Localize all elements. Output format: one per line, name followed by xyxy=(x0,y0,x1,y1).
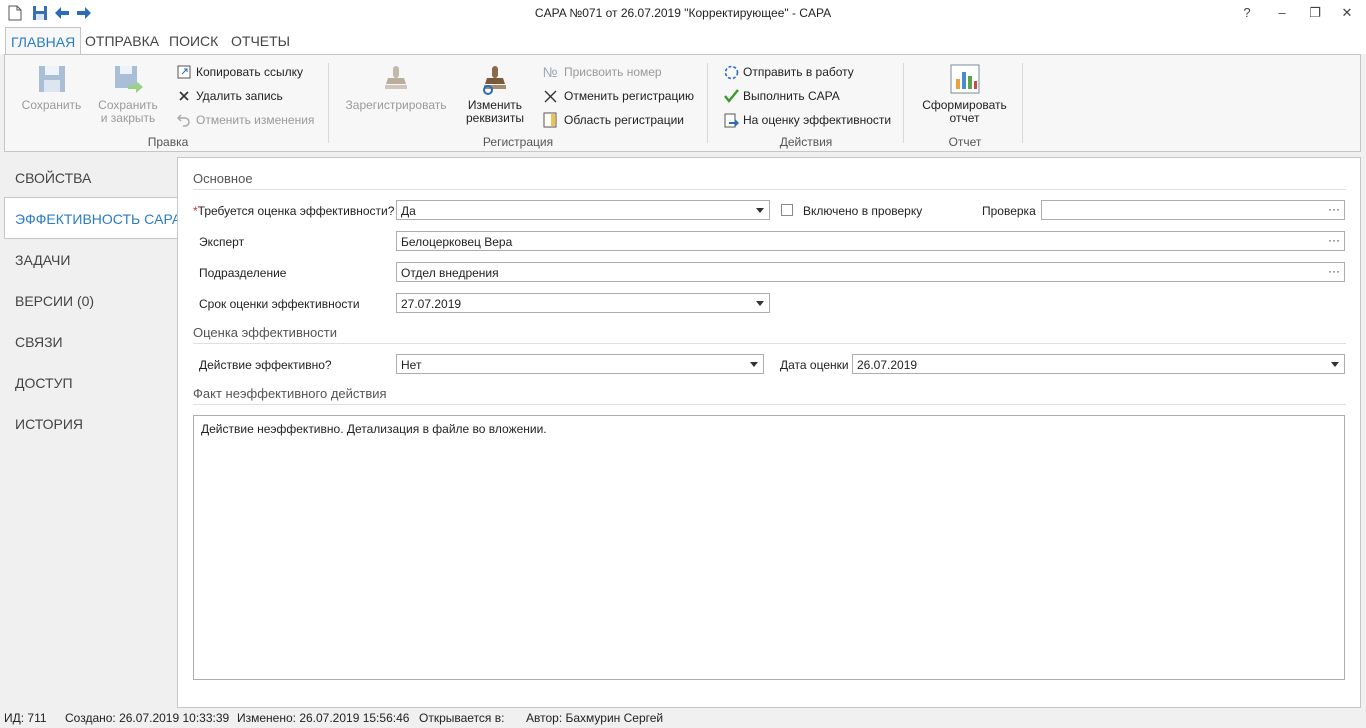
refresh-dashed-icon xyxy=(723,64,739,80)
save-close-icon xyxy=(115,66,143,93)
tab-main[interactable]: ГЛАВНАЯ xyxy=(5,27,82,55)
section-fact-title: Факт неэффективного действия xyxy=(193,386,387,401)
minimize-button[interactable]: ‒ xyxy=(1267,3,1297,23)
nav-capa-effectiveness[interactable]: ЭФФЕКТИВНОСТЬ CAPA xyxy=(15,211,181,227)
ellipsis-icon[interactable]: ··· xyxy=(1328,233,1340,247)
ribbon-separator xyxy=(328,63,329,143)
status-created: Создано: 26.07.2019 10:33:39 xyxy=(65,711,230,725)
department-label: Подразделение xyxy=(199,266,287,280)
save-disk-icon xyxy=(38,66,65,92)
ellipsis-icon[interactable]: ··· xyxy=(1328,202,1340,216)
group-label-report: Отчет xyxy=(948,135,982,149)
ribbon-separator xyxy=(903,63,904,143)
cancel-x-icon xyxy=(540,88,560,104)
status-modified: Изменено: 26.07.2019 15:56:46 xyxy=(237,711,410,725)
nav-access[interactable]: ДОСТУП xyxy=(15,375,73,391)
save-button[interactable]: Сохранить xyxy=(19,63,84,112)
chevron-down-icon xyxy=(756,208,764,213)
group-label-actions: Действия xyxy=(779,135,833,149)
nav-links[interactable]: СВЯЗИ xyxy=(15,334,63,350)
bar-chart-icon xyxy=(950,64,979,94)
register-button[interactable]: Зарегистрировать xyxy=(341,63,451,112)
checkmark-icon xyxy=(723,88,739,104)
expert-field[interactable]: Белоцерковец Вера ··· xyxy=(396,231,1345,251)
close-button[interactable]: ✕ xyxy=(1332,3,1362,23)
delete-record-button[interactable]: Удалить запись xyxy=(176,87,283,105)
eval-required-select[interactable]: Да xyxy=(396,200,770,220)
included-in-check-label: Включено в проверку xyxy=(803,204,923,218)
section-divider xyxy=(193,189,1346,190)
section-divider xyxy=(193,343,1346,344)
tab-reports[interactable]: ОТЧЕТЫ xyxy=(226,27,295,54)
ribbon: Сохранить Сохранить и закрыть Копировать… xyxy=(4,54,1361,152)
stamp-change-icon xyxy=(483,66,506,95)
eval-date-field[interactable]: 26.07.2019 xyxy=(852,354,1345,374)
to-evaluation-button[interactable]: На оценку эффективности xyxy=(723,111,891,129)
help-button[interactable]: ? xyxy=(1232,3,1262,23)
group-label-edit: Правка xyxy=(147,135,189,149)
expert-label: Эксперт xyxy=(199,235,245,249)
change-attributes-button[interactable]: Изменить реквизиты xyxy=(460,63,530,125)
nav-history[interactable]: ИСТОРИЯ xyxy=(15,416,83,432)
document-arrow-icon xyxy=(723,112,739,128)
delete-x-icon xyxy=(176,88,192,104)
tab-search[interactable]: ПОИСК xyxy=(164,27,223,54)
eval-required-label: *Требуется оценка эффективности? xyxy=(193,204,395,218)
copy-link-button[interactable]: Копировать ссылку xyxy=(176,63,303,81)
check-field[interactable]: ··· xyxy=(1041,200,1345,220)
generate-report-button[interactable]: Сформировать отчет xyxy=(917,63,1012,125)
chevron-down-icon xyxy=(750,362,758,367)
nav-tasks[interactable]: ЗАДАЧИ xyxy=(15,252,70,268)
status-author: Автор: Бахмурин Сергей xyxy=(526,711,664,725)
assign-number-button[interactable]: № Присвоить номер xyxy=(540,63,661,81)
ribbon-separator xyxy=(707,63,708,143)
ribbon-tabs: ГЛАВНАЯ ОТПРАВКА ПОИСК ОТЧЕТЫ xyxy=(0,27,1366,55)
send-to-work-button[interactable]: Отправить в работу xyxy=(723,63,854,81)
action-effective-select[interactable]: Нет xyxy=(396,354,764,374)
undo-changes-button[interactable]: Отменить изменения xyxy=(176,111,314,129)
nav-versions[interactable]: ВЕРСИИ (0) xyxy=(15,293,94,309)
link-icon xyxy=(176,64,192,80)
tab-send[interactable]: ОТПРАВКА xyxy=(80,27,164,54)
ellipsis-icon[interactable]: ··· xyxy=(1328,264,1340,278)
section-divider xyxy=(193,404,1346,405)
included-in-check-checkbox[interactable] xyxy=(781,204,793,216)
chevron-down-icon xyxy=(756,301,764,306)
registration-area-button[interactable]: Область регистрации xyxy=(540,111,684,129)
eval-deadline-label: Срок оценки эффективности xyxy=(199,297,360,311)
execute-capa-button[interactable]: Выполнить CAPA xyxy=(723,87,840,105)
cancel-registration-button[interactable]: Отменить регистрацию xyxy=(540,87,694,105)
section-main-title: Основное xyxy=(193,171,253,186)
save-and-close-button[interactable]: Сохранить и закрыть xyxy=(93,63,163,125)
status-opens-in: Открывается в: xyxy=(419,711,505,725)
undo-icon xyxy=(176,112,192,128)
number-sign-icon: № xyxy=(542,64,558,80)
ribbon-separator xyxy=(1022,63,1023,143)
fact-textarea[interactable]: Действие неэффективно. Детализация в фай… xyxy=(193,415,1345,680)
chevron-down-icon xyxy=(1331,362,1339,367)
restore-button[interactable]: ❐ xyxy=(1300,3,1330,23)
nav-properties[interactable]: СВОЙСТВА xyxy=(15,170,91,186)
department-field[interactable]: Отдел внедрения ··· xyxy=(396,262,1345,282)
action-effective-label: Действие эффективно? xyxy=(199,358,332,372)
stamp-icon xyxy=(385,66,407,89)
eval-deadline-date[interactable]: 27.07.2019 xyxy=(396,293,770,313)
section-eval-title: Оценка эффективности xyxy=(193,325,337,340)
group-label-registration: Регистрация xyxy=(482,135,554,149)
title-bar: CAPA №071 от 26.07.2019 "Корректирующее"… xyxy=(0,0,1366,27)
window-title: CAPA №071 от 26.07.2019 "Корректирующее"… xyxy=(534,6,832,20)
status-id: ИД: 711 xyxy=(4,711,47,725)
registration-area-icon xyxy=(540,112,560,128)
check-label: Проверка xyxy=(982,204,1036,218)
eval-date-label: Дата оценки xyxy=(780,358,849,372)
